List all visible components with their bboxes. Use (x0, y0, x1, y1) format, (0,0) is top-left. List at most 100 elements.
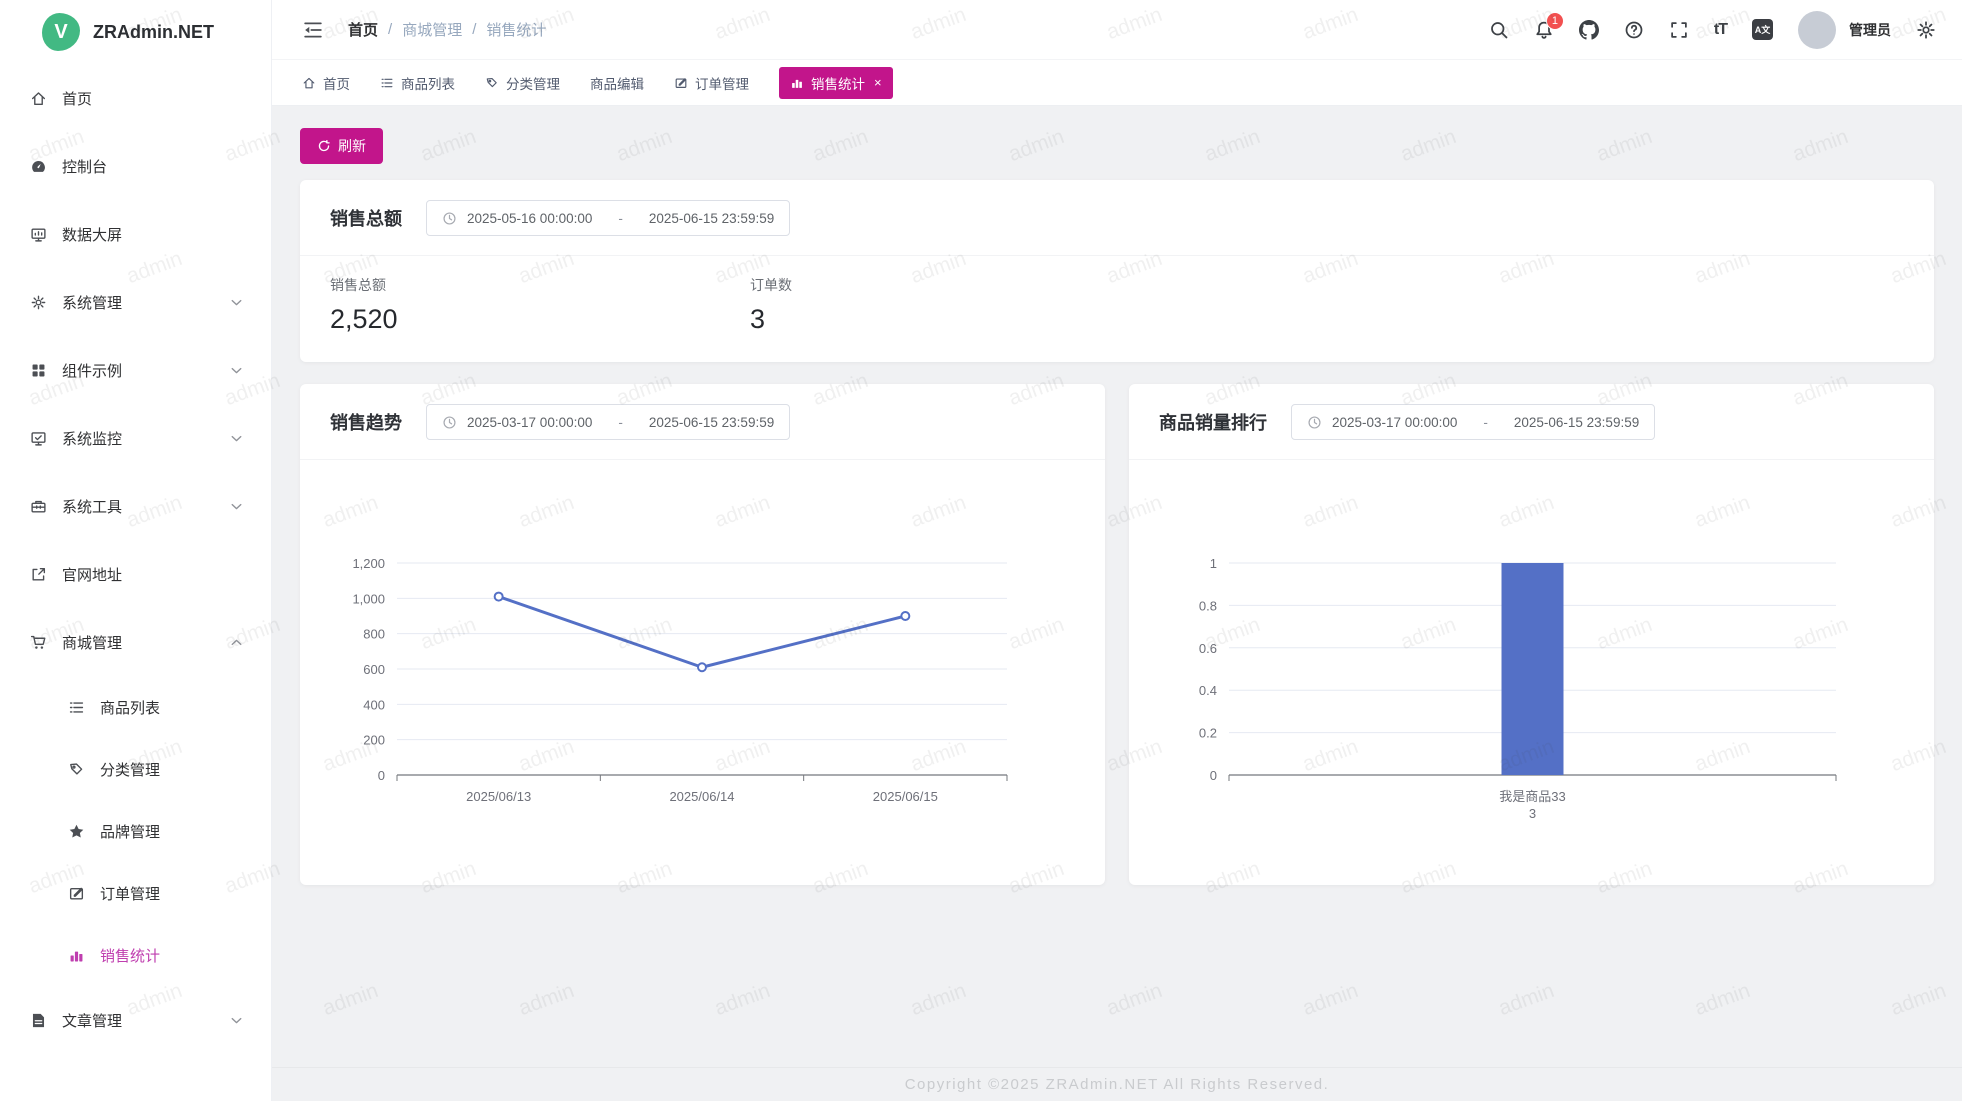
page-content: 刷新 销售总额 2025-05-16 00:00:00 - 2025-06-15… (272, 106, 1962, 1067)
rank-date-range-picker[interactable]: 2025-03-17 00:00:00 - 2025-06-15 23:59:5… (1291, 404, 1655, 440)
topbar-actions: 1 tT A文 管理员 (1489, 11, 1936, 49)
sidebar-item-label: 组件示例 (62, 360, 122, 381)
tab-product-edit[interactable]: 商品编辑 (590, 73, 644, 93)
footer: Copyright ©2025 ZRAdmin.NET All Rights R… (272, 1067, 1962, 1101)
sidebar-item-order-mgmt[interactable]: 订单管理 (0, 862, 271, 924)
tab-order-mgmt[interactable]: 订单管理 (674, 73, 749, 93)
svg-text:400: 400 (363, 697, 385, 712)
brand-area[interactable]: V ZRAdmin.NET (0, 0, 271, 64)
help-button[interactable] (1624, 20, 1644, 40)
breadcrumb-separator: / (472, 21, 476, 38)
stat-value: 2,520 (330, 304, 750, 335)
clock-icon (442, 211, 457, 226)
tab-category-mgmt[interactable]: 分类管理 (485, 73, 560, 93)
svg-text:0.4: 0.4 (1199, 683, 1217, 698)
avatar (1798, 11, 1836, 49)
tag-icon (68, 761, 85, 778)
monitor-icon (30, 430, 47, 447)
gear-icon (1916, 20, 1936, 40)
toolbox-icon (30, 498, 47, 515)
sidebar-item-website[interactable]: 官网地址 (0, 540, 271, 608)
trend-date-range-picker[interactable]: 2025-03-17 00:00:00 - 2025-06-15 23:59:5… (426, 404, 790, 440)
refresh-button[interactable]: 刷新 (300, 128, 383, 164)
tab-product-list[interactable]: 商品列表 (380, 73, 455, 93)
sidebar-item-console[interactable]: 控制台 (0, 132, 271, 200)
chevron-up-icon (228, 634, 245, 651)
github-icon (1579, 20, 1599, 40)
fullscreen-icon (1669, 20, 1689, 40)
fullscreen-button[interactable] (1669, 20, 1689, 40)
main-column: 首页 / 商城管理 / 销售统计 1 (272, 0, 1962, 1101)
brand-logo-letter: V (54, 21, 67, 44)
date-range-start: 2025-05-16 00:00:00 (467, 211, 592, 226)
sidebar-item-monitoring[interactable]: 系统监控 (0, 404, 271, 472)
stat-order-count: 订单数 3 (750, 275, 1170, 335)
sidebar-item-label: 商城管理 (62, 632, 122, 653)
chevron-down-icon (228, 498, 245, 515)
brand-logo: V (42, 13, 80, 51)
settings-button[interactable] (1916, 20, 1936, 40)
sales-trend-card: 销售趋势 2025-03-17 00:00:00 - 2025-06-15 23… (300, 384, 1105, 885)
gear-icon (30, 294, 47, 311)
star-icon (68, 823, 85, 840)
grid-icon (30, 362, 47, 379)
stat-value: 3 (750, 304, 1170, 335)
home-icon (30, 90, 47, 107)
product-rank-bar-chart: 00.20.40.60.81我是商品333 (1129, 461, 1919, 881)
sidebar-item-product-list[interactable]: 商品列表 (0, 676, 271, 738)
tabs-bar: 首页 商品列表 分类管理 商品编辑 订单管理 销售统计 × (272, 60, 1962, 106)
sidebar-menu: 首页 控制台 数据大屏 系统管理 组件示例 系统监控 (0, 64, 271, 1054)
breadcrumb-home[interactable]: 首页 (348, 19, 378, 40)
language-button[interactable]: A文 (1752, 19, 1773, 40)
font-size-button[interactable]: tT (1714, 21, 1727, 39)
sidebar-item-mall-mgmt[interactable]: 商城管理 (0, 608, 271, 676)
chevron-down-icon (228, 430, 245, 447)
svg-text:0.2: 0.2 (1199, 726, 1217, 741)
divider (300, 459, 1105, 460)
breadcrumb-mall[interactable]: 商城管理 (402, 19, 462, 40)
list-icon (380, 76, 394, 90)
clock-icon (1307, 415, 1322, 430)
chevron-down-icon (228, 294, 245, 311)
summary-card-header: 销售总额 2025-05-16 00:00:00 - 2025-06-15 23… (300, 180, 1934, 255)
summary-date-range-picker[interactable]: 2025-05-16 00:00:00 - 2025-06-15 23:59:5… (426, 200, 790, 236)
svg-text:我是商品33: 我是商品33 (1499, 789, 1565, 804)
tab-sales-stats[interactable]: 销售统计 × (779, 67, 893, 99)
notifications-button[interactable]: 1 (1534, 20, 1554, 40)
sidebar-item-home[interactable]: 首页 (0, 64, 271, 132)
sidebar-item-article-mgmt[interactable]: 文章管理 (0, 986, 271, 1054)
edit-icon (68, 885, 85, 902)
tab-home[interactable]: 首页 (302, 73, 350, 93)
rank-card-title: 商品销量排行 (1159, 409, 1267, 435)
stat-label: 订单数 (750, 275, 1170, 295)
sidebar-item-label: 系统监控 (62, 428, 122, 449)
tab-label: 商品编辑 (590, 73, 644, 93)
font-size-icon: tT (1714, 21, 1727, 39)
close-tab-icon[interactable]: × (874, 75, 882, 90)
svg-text:1,200: 1,200 (352, 556, 385, 571)
collapse-sidebar-icon[interactable] (302, 19, 324, 41)
sidebar-item-label: 分类管理 (100, 759, 160, 780)
sidebar-item-label: 系统管理 (62, 292, 122, 313)
product-rank-card: 商品销量排行 2025-03-17 00:00:00 - 2025-06-15 … (1129, 384, 1934, 885)
sidebar-item-sales-stats[interactable]: 销售统计 (0, 924, 271, 986)
sidebar-item-components[interactable]: 组件示例 (0, 336, 271, 404)
sidebar-item-label: 商品列表 (100, 697, 160, 718)
chevron-down-icon (228, 1012, 245, 1029)
sidebar-item-datascreen[interactable]: 数据大屏 (0, 200, 271, 268)
question-icon (1624, 20, 1644, 40)
search-button[interactable] (1489, 20, 1509, 40)
sidebar-item-label: 控制台 (62, 156, 107, 177)
sidebar-item-category-mgmt[interactable]: 分类管理 (0, 738, 271, 800)
sidebar-item-label: 系统工具 (62, 496, 122, 517)
svg-text:800: 800 (363, 627, 385, 642)
sidebar-item-system-mgmt[interactable]: 系统管理 (0, 268, 271, 336)
sidebar-item-tools[interactable]: 系统工具 (0, 472, 271, 540)
sidebar-item-brand-mgmt[interactable]: 品牌管理 (0, 800, 271, 862)
breadcrumb-current: 销售统计 (486, 19, 546, 40)
sidebar: V ZRAdmin.NET 首页 控制台 数据大屏 系统管理 (0, 0, 272, 1101)
github-button[interactable] (1579, 20, 1599, 40)
edit-icon (674, 76, 688, 90)
stat-label: 销售总额 (330, 275, 750, 295)
user-menu[interactable] (1798, 11, 1836, 49)
